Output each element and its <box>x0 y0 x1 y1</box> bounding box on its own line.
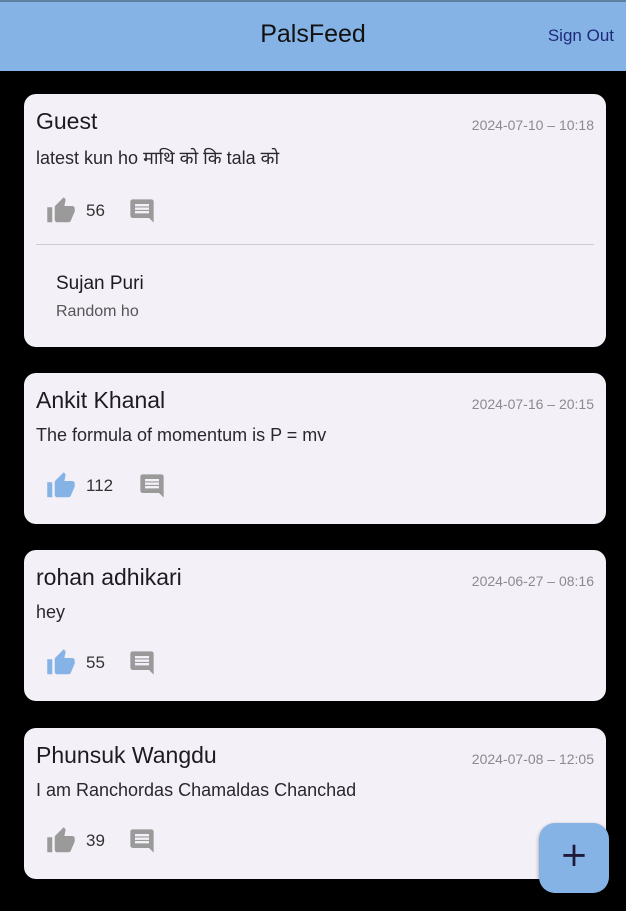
post-actions: 56 <box>46 196 156 226</box>
post-content: latest kun ho माथि को कि tala को <box>36 148 280 168</box>
like-count: 39 <box>86 831 105 850</box>
comment-icon[interactable] <box>128 197 156 225</box>
post-actions: 112 <box>46 471 166 501</box>
post-card: rohan adhikari 2024-06-27 – 08:16 hey 55 <box>24 550 606 701</box>
post-content: I am Ranchordas Chamaldas Chanchad <box>36 780 357 800</box>
post-card: Ankit Khanal 2024-07-16 – 20:15 The form… <box>24 373 606 524</box>
post-card: Guest 2024-07-10 – 10:18 latest kun ho म… <box>24 94 606 347</box>
post-actions: 39 <box>46 826 156 856</box>
new-post-button[interactable]: + <box>539 823 609 893</box>
thumb-up-icon[interactable] <box>46 648 76 678</box>
post-timestamp: 2024-07-08 – 12:05 <box>471 751 594 767</box>
thumb-up-icon[interactable] <box>46 826 76 856</box>
comment-icon[interactable] <box>138 472 166 500</box>
post-author: rohan adhikari <box>36 564 182 590</box>
post-author: Phunsuk Wangdu <box>36 742 217 768</box>
post-author: Ankit Khanal <box>36 387 166 413</box>
plus-icon: + <box>559 835 589 875</box>
comment-text: Random ho <box>56 303 139 320</box>
post-actions: 55 <box>46 648 156 678</box>
like-count: 55 <box>86 653 105 672</box>
post-content: The formula of momentum is P = mv <box>36 425 327 445</box>
app-bar: PalsFeed Sign Out <box>0 0 626 71</box>
post-content: hey <box>36 602 66 622</box>
divider <box>36 244 594 245</box>
comment-icon[interactable] <box>128 827 156 855</box>
post-timestamp: 2024-07-10 – 10:18 <box>471 117 594 133</box>
thumb-up-icon[interactable] <box>46 196 76 226</box>
sign-out-button[interactable]: Sign Out <box>548 26 614 46</box>
like-count: 112 <box>86 476 114 495</box>
post-timestamp: 2024-06-27 – 08:16 <box>471 573 594 589</box>
comment-author: Sujan Puri <box>56 273 144 294</box>
post-author: Guest <box>36 108 98 134</box>
app-title: PalsFeed <box>260 20 366 48</box>
comment-icon[interactable] <box>128 649 156 677</box>
post-timestamp: 2024-07-16 – 20:15 <box>471 396 594 412</box>
thumb-up-icon[interactable] <box>46 471 76 501</box>
like-count: 56 <box>86 201 105 220</box>
post-card: Phunsuk Wangdu 2024-07-08 – 12:05 I am R… <box>24 728 606 879</box>
